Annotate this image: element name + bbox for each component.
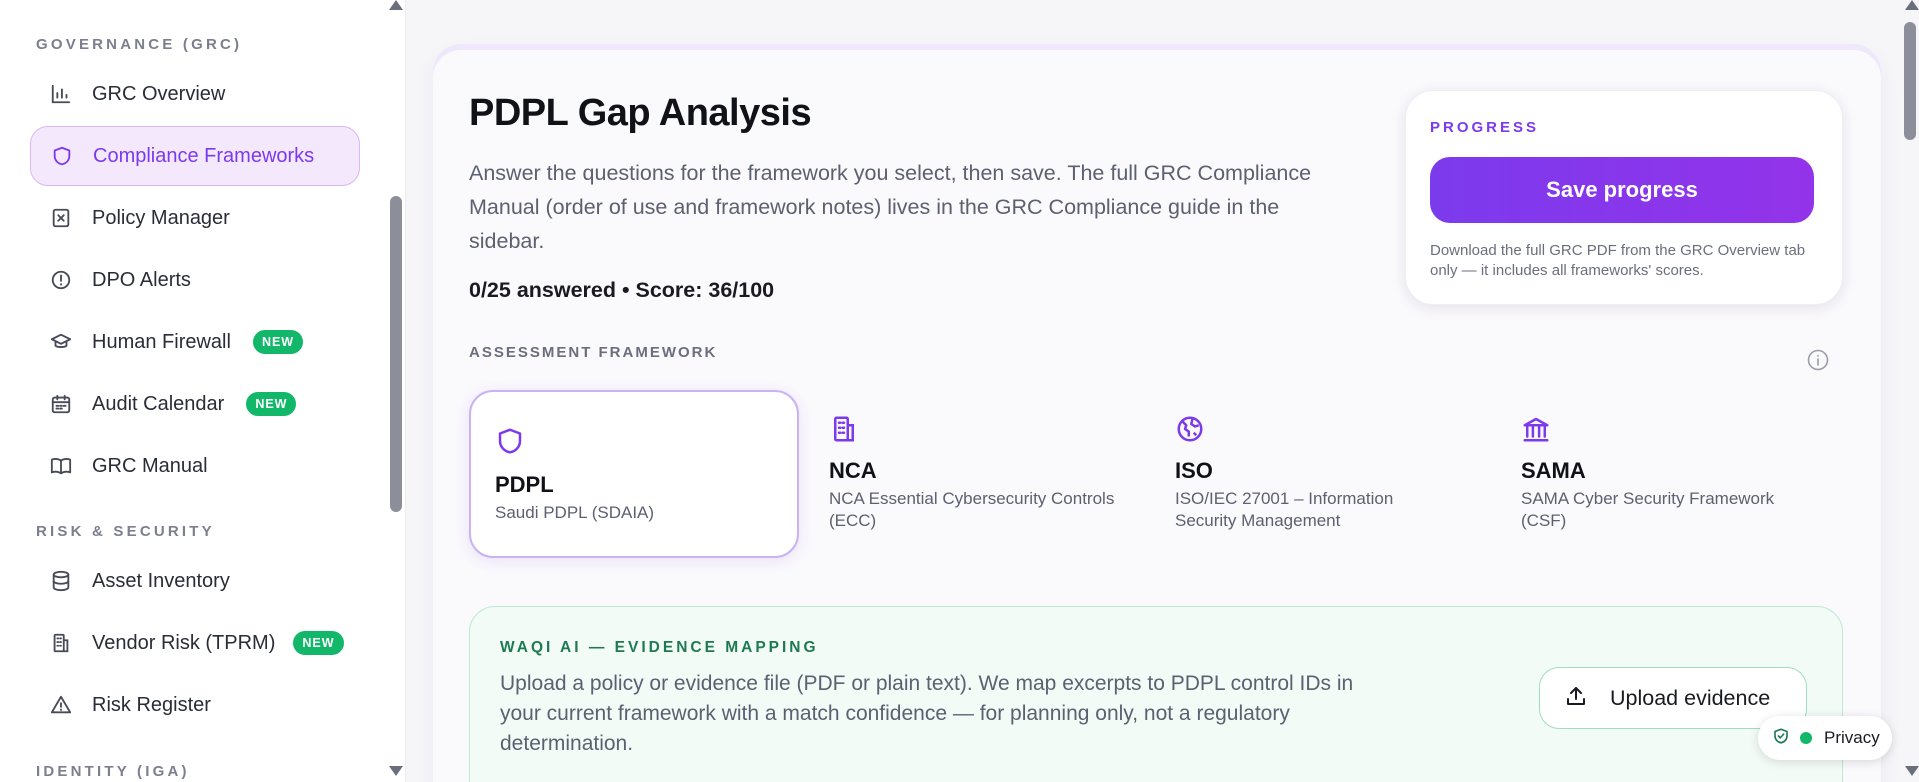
shield-check-icon bbox=[1772, 727, 1790, 750]
framework-card-pdpl[interactable]: PDPL Saudi PDPL (SDAIA) bbox=[469, 390, 799, 558]
framework-name: NCA bbox=[829, 458, 877, 483]
sidebar-item-grc-manual[interactable]: GRC Manual bbox=[30, 436, 360, 496]
framework-subtitle: SAMA Cyber Security Framework (CSF) bbox=[1521, 489, 1775, 530]
globe-icon bbox=[1175, 414, 1207, 446]
shield-icon bbox=[495, 426, 527, 458]
page-description: Answer the questions for the framework y… bbox=[469, 161, 1312, 253]
info-icon[interactable] bbox=[1806, 348, 1830, 372]
main-scroll-down-arrow[interactable] bbox=[1905, 766, 1919, 776]
framework-subtitle: Saudi PDPL (SDAIA) bbox=[495, 503, 655, 522]
main-scroll-thumb[interactable] bbox=[1904, 22, 1916, 140]
privacy-status-dot bbox=[1800, 732, 1812, 744]
sidebar-item-label: GRC Overview bbox=[92, 82, 226, 105]
framework-name: ISO bbox=[1175, 458, 1213, 483]
assessment-framework-label: ASSESSMENT FRAMEWORK bbox=[469, 344, 718, 361]
sidebar-item-label: Asset Inventory bbox=[92, 569, 230, 592]
sidebar-scroll-up-arrow[interactable] bbox=[389, 0, 403, 10]
bank-icon bbox=[1521, 414, 1553, 446]
sidebar-item-audit-calendar[interactable]: Audit Calendar NEW bbox=[30, 374, 360, 434]
sidebar: GOVERNANCE (GRC) GRC Overview Compliance… bbox=[0, 0, 406, 782]
shield-icon bbox=[49, 143, 75, 169]
sidebar-item-label: Compliance Frameworks bbox=[93, 144, 315, 167]
sidebar-item-asset-inventory[interactable]: Asset Inventory bbox=[30, 551, 360, 611]
progress-label: PROGRESS bbox=[1430, 119, 1540, 136]
upload-evidence-label: Upload evidence bbox=[1610, 685, 1771, 710]
sidebar-item-compliance-frameworks[interactable]: Compliance Frameworks bbox=[30, 126, 360, 186]
new-badge: NEW bbox=[246, 392, 297, 416]
sidebar-item-label: Policy Manager bbox=[92, 206, 230, 229]
page-title: PDPL Gap Analysis bbox=[469, 92, 812, 134]
sidebar-item-grc-overview[interactable]: GRC Overview bbox=[30, 64, 360, 124]
sidebar-item-policy-manager[interactable]: Policy Manager bbox=[30, 188, 360, 248]
answered-score-summary: 0/25 answered • Score: 36/100 bbox=[469, 278, 775, 302]
database-icon bbox=[48, 568, 74, 594]
new-badge: NEW bbox=[293, 631, 344, 655]
framework-card-nca[interactable]: NCA NCA Essential Cybersecurity Controls… bbox=[805, 390, 1135, 558]
framework-name: SAMA bbox=[1521, 458, 1586, 483]
sidebar-item-label: Vendor Risk (TPRM) bbox=[92, 631, 276, 654]
sidebar-item-label: DPO Alerts bbox=[92, 268, 191, 291]
sidebar-item-human-firewall[interactable]: Human Firewall NEW bbox=[30, 312, 360, 372]
sidebar-section-risk-security: RISK & SECURITY bbox=[36, 523, 215, 540]
evidence-mapping-text: Upload a policy or evidence file (PDF or… bbox=[500, 672, 1354, 755]
new-badge: NEW bbox=[252, 330, 304, 354]
evidence-mapping-panel: WAQI AI — EVIDENCE MAPPING Upload a poli… bbox=[469, 606, 1843, 782]
document-x-icon bbox=[48, 205, 74, 231]
book-icon bbox=[48, 453, 74, 479]
main-scroll-up-arrow[interactable] bbox=[1905, 0, 1919, 10]
sidebar-section-identity: IDENTITY (IGA) bbox=[36, 763, 190, 780]
graduation-cap-icon bbox=[48, 329, 74, 355]
building-icon bbox=[48, 630, 74, 656]
warning-icon bbox=[48, 692, 74, 718]
alert-circle-icon bbox=[48, 267, 74, 293]
sidebar-item-label: Risk Register bbox=[92, 693, 211, 716]
progress-card: PROGRESS Save progress Download the full… bbox=[1405, 90, 1843, 305]
progress-note: Download the full GRC PDF from the GRC O… bbox=[1430, 242, 1806, 279]
sidebar-item-risk-register[interactable]: Risk Register bbox=[30, 675, 360, 735]
sidebar-item-dpo-alerts[interactable]: DPO Alerts bbox=[30, 250, 360, 310]
building-icon bbox=[829, 414, 861, 446]
framework-subtitle: ISO/IEC 27001 – Information Security Man… bbox=[1175, 489, 1394, 530]
sidebar-section-governance: GOVERNANCE (GRC) bbox=[36, 36, 243, 53]
framework-name: PDPL bbox=[495, 472, 554, 497]
privacy-button[interactable]: Privacy bbox=[1758, 716, 1892, 760]
main-content: PDPL Gap Analysis Answer the questions f… bbox=[407, 0, 1899, 782]
privacy-label: Privacy bbox=[1824, 728, 1880, 747]
framework-card-sama[interactable]: SAMA SAMA Cyber Security Framework (CSF) bbox=[1497, 390, 1827, 558]
bar-chart-icon bbox=[48, 81, 74, 107]
framework-card-iso[interactable]: ISO ISO/IEC 27001 – Information Security… bbox=[1151, 390, 1481, 558]
save-progress-button[interactable]: Save progress bbox=[1430, 157, 1814, 223]
sidebar-item-label: Audit Calendar bbox=[92, 392, 225, 415]
framework-subtitle: NCA Essential Cybersecurity Controls (EC… bbox=[829, 489, 1115, 530]
evidence-mapping-label: WAQI AI — EVIDENCE MAPPING bbox=[500, 639, 819, 656]
gap-analysis-card: PDPL Gap Analysis Answer the questions f… bbox=[433, 50, 1881, 782]
sidebar-item-vendor-risk[interactable]: Vendor Risk (TPRM) NEW bbox=[30, 613, 370, 673]
upload-icon bbox=[1564, 684, 1588, 713]
sidebar-scroll-down-arrow[interactable] bbox=[389, 766, 403, 776]
sidebar-item-label: Human Firewall bbox=[92, 330, 231, 353]
sidebar-item-label: GRC Manual bbox=[92, 454, 208, 477]
calendar-icon bbox=[48, 391, 74, 417]
sidebar-scroll-thumb[interactable] bbox=[390, 196, 402, 512]
